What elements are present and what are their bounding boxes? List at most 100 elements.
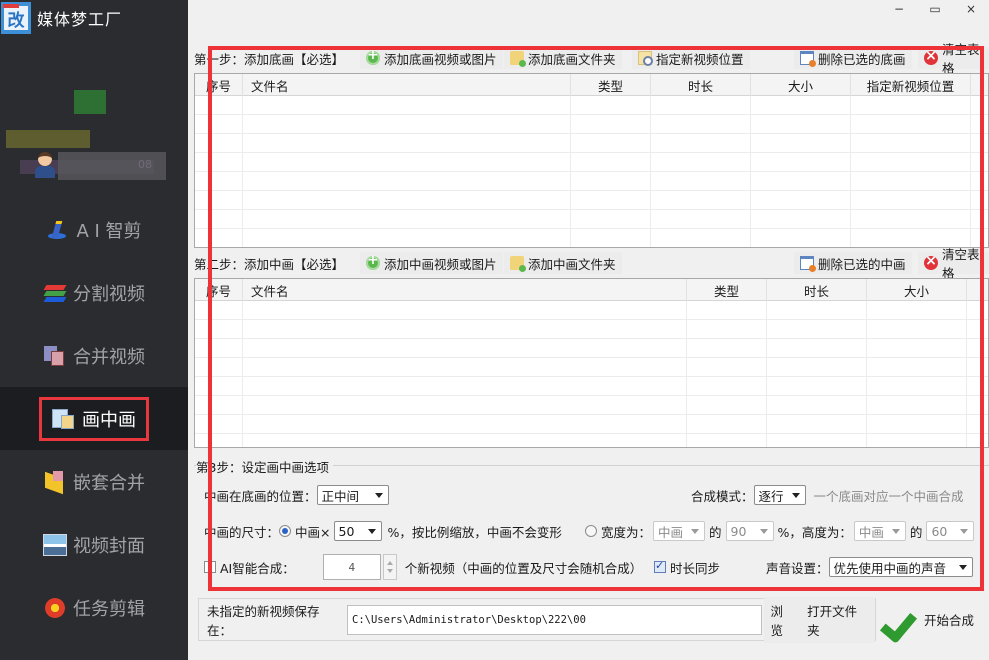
- active-highlight: 画中画: [39, 396, 149, 441]
- table-header: 序号 文件名 类型 时长 大小: [195, 279, 988, 301]
- col-size[interactable]: 大小: [751, 74, 851, 96]
- nest-folder-icon: [43, 470, 67, 493]
- mode-row: 合成模式： 逐行 一个底画对应一个中画合成: [691, 483, 964, 507]
- chevron-down-icon: [791, 493, 800, 498]
- col-index[interactable]: 序号: [195, 74, 243, 96]
- window-delete-icon: [800, 256, 816, 272]
- empty-table-row[interactable]: [195, 191, 988, 210]
- position-row: 中画在底画的位置： 正中间: [204, 483, 389, 507]
- sidebar-item-ai-edit[interactable]: A I 智剪: [0, 198, 188, 261]
- col-output-location[interactable]: 指定新视频位置: [851, 74, 971, 96]
- col-type[interactable]: 类型: [687, 279, 767, 301]
- sidebar-item-task-edit[interactable]: 任务剪辑: [0, 576, 188, 639]
- col-type[interactable]: 类型: [571, 74, 651, 96]
- delete-selected-base-button[interactable]: 删除已选的底画: [794, 47, 912, 69]
- empty-table-row[interactable]: [195, 115, 988, 134]
- output-path-input[interactable]: C:\Users\Administrator\Desktop\222\00: [347, 604, 763, 635]
- empty-table-row[interactable]: [195, 301, 988, 320]
- custom-size-radio[interactable]: [585, 525, 597, 537]
- sidebar-item-nested-merge[interactable]: 嵌套合并: [0, 450, 188, 513]
- main-panel: 第一步：添加底画【必选】 添加底画视频或图片 添加底画文件夹 指定新视频位置 删…: [188, 18, 989, 660]
- height-ref-select[interactable]: 中画: [853, 521, 906, 541]
- position-select[interactable]: 正中间: [316, 485, 389, 505]
- open-folder-button[interactable]: 打开文件夹: [801, 596, 875, 643]
- mode-hint: 一个底画对应一个中画合成: [813, 488, 964, 504]
- sidebar-nav: A I 智剪 分割视频 合并视频 画中画 嵌套合并 视频封面 任务剪辑: [0, 198, 188, 639]
- sidebar: 改 媒体梦工厂 08 A I 智剪 分割视频 合并视频: [0, 0, 188, 660]
- user-avatar-icon[interactable]: [34, 152, 56, 178]
- empty-table-row[interactable]: [195, 96, 988, 115]
- empty-table-row[interactable]: [195, 210, 988, 229]
- landscape-icon: [43, 533, 67, 556]
- duration-sync-checkbox[interactable]: [654, 559, 666, 573]
- close-button[interactable]: ×: [953, 0, 989, 18]
- flower-icon: [43, 597, 67, 619]
- picture-in-picture-icon: [52, 408, 76, 430]
- chevron-down-icon: [374, 493, 383, 498]
- empty-table-row[interactable]: [195, 415, 988, 434]
- folder-add-icon: [510, 256, 526, 272]
- height-percent-select[interactable]: 60: [926, 521, 975, 541]
- checkmark-icon: [884, 600, 918, 634]
- col-duration[interactable]: 时长: [767, 279, 867, 301]
- start-compose-button[interactable]: 开始合成: [882, 598, 989, 643]
- add-overlay-folder-button[interactable]: 添加中画文件夹: [504, 252, 622, 274]
- empty-table-row[interactable]: [195, 339, 988, 358]
- folder-search-icon: [638, 51, 653, 66]
- audio-select[interactable]: 优先使用中画的声音: [828, 557, 973, 577]
- col-filename[interactable]: 文件名: [243, 74, 571, 96]
- step2-toolbar: 第二步：添加中画【必选】 添加中画视频或图片 添加中画文件夹 删除已选的中画 清…: [194, 247, 989, 281]
- col-duration[interactable]: 时长: [651, 74, 751, 96]
- table-body: [195, 96, 988, 247]
- set-output-location-button[interactable]: 指定新视频位置: [632, 47, 750, 69]
- col-filename[interactable]: 文件名: [243, 279, 687, 301]
- mode-select[interactable]: 逐行: [753, 485, 806, 505]
- pip-options-group: 第3步：设定画中画选项 中画在底画的位置： 正中间 合成模式： 逐行 一个底画对…: [194, 457, 989, 595]
- minimize-button[interactable]: −: [881, 0, 917, 18]
- ai-count-input[interactable]: 4: [322, 554, 381, 580]
- magic-wand-icon: [46, 219, 70, 241]
- base-video-table[interactable]: 序号 文件名 类型 时长 大小 指定新视频位置: [194, 73, 989, 248]
- empty-table-row[interactable]: [195, 172, 988, 191]
- overlay-video-table[interactable]: 序号 文件名 类型 时长 大小: [194, 278, 989, 448]
- col-size[interactable]: 大小: [867, 279, 967, 301]
- width-percent-select[interactable]: 90: [725, 521, 774, 541]
- output-path-label: 未指定的新视频保存在：: [207, 603, 320, 638]
- chevron-down-icon: [958, 565, 967, 570]
- clear-overlay-table-button[interactable]: 清空表格: [918, 247, 989, 281]
- ai-compose-checkbox[interactable]: [204, 561, 216, 573]
- add-base-folder-button[interactable]: 添加底画文件夹: [504, 47, 622, 69]
- sidebar-item-video-cover[interactable]: 视频封面: [0, 513, 188, 576]
- empty-table-row[interactable]: [195, 153, 988, 172]
- size-row: 中画的尺寸： 中画× 50 %，按比例缩放，中画不会变形: [204, 519, 562, 543]
- browse-button[interactable]: 浏览: [764, 596, 802, 643]
- sidebar-item-split-video[interactable]: 分割视频: [0, 261, 188, 324]
- empty-table-row[interactable]: [195, 377, 988, 396]
- step3-label: 第3步：设定画中画选项: [196, 457, 333, 476]
- empty-table-row[interactable]: [195, 358, 988, 377]
- arrow-up-icon: [386, 561, 393, 565]
- sidebar-item-merge-video[interactable]: 合并视频: [0, 324, 188, 387]
- empty-table-row[interactable]: [195, 134, 988, 153]
- scale-percent-select[interactable]: 50: [333, 521, 382, 541]
- scale-radio[interactable]: [279, 525, 292, 537]
- add-circle-icon: [366, 48, 380, 65]
- step2-label: 第二步：添加中画【必选】: [194, 256, 345, 272]
- add-base-media-button[interactable]: 添加底画视频或图片: [360, 47, 503, 69]
- empty-table-row[interactable]: [195, 320, 988, 339]
- ai-count-spinner[interactable]: [382, 554, 397, 580]
- maximize-button[interactable]: ▭: [917, 0, 953, 18]
- merge-icon: [43, 345, 67, 367]
- empty-table-row[interactable]: [195, 229, 988, 247]
- empty-table-row[interactable]: [195, 396, 988, 415]
- add-overlay-media-button[interactable]: 添加中画视频或图片: [360, 252, 503, 274]
- sidebar-item-picture-in-picture[interactable]: 画中画: [0, 387, 188, 450]
- clear-base-table-button[interactable]: 清空表格: [918, 42, 989, 76]
- redacted-block: [6, 130, 90, 148]
- empty-table-row[interactable]: [195, 434, 988, 447]
- layers-icon: [43, 282, 67, 304]
- width-ref-select[interactable]: 中画: [653, 521, 706, 541]
- col-index[interactable]: 序号: [195, 279, 243, 301]
- delete-selected-overlay-button[interactable]: 删除已选的中画: [794, 252, 912, 274]
- folder-add-icon: [510, 51, 526, 67]
